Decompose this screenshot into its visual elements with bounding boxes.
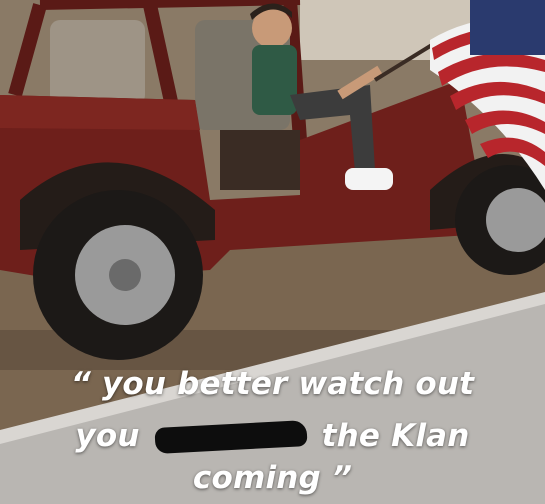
redaction-scribble xyxy=(154,420,308,454)
caption-line-2-start: you xyxy=(75,418,140,454)
wheel-rear xyxy=(33,190,203,360)
video-frame: “ you better watch out you the Klan comi… xyxy=(0,0,545,504)
caption-line-3: coming ” xyxy=(192,460,353,496)
caption-line-2: you the Klan xyxy=(0,418,545,454)
caption-line-2-end: the Klan xyxy=(321,418,470,454)
caption-line-1: “ you better watch out xyxy=(70,366,475,402)
